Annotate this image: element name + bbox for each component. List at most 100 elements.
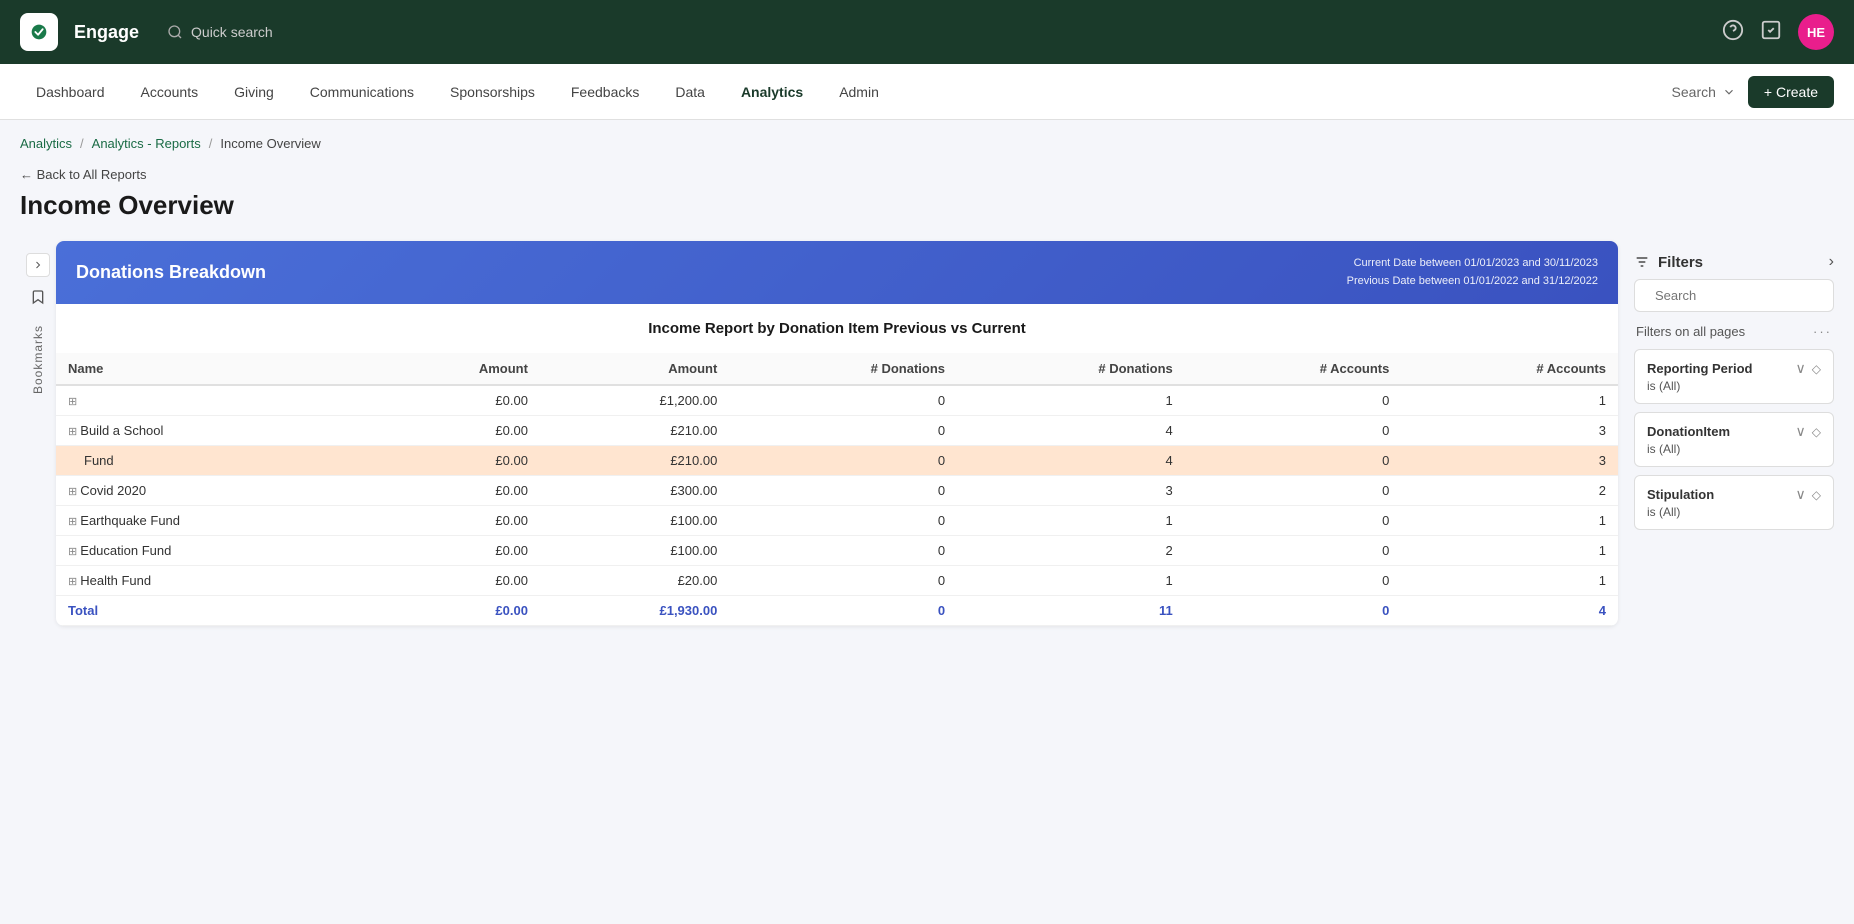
avatar[interactable]: HE <box>1798 14 1834 50</box>
nav-analytics[interactable]: Analytics <box>725 76 819 108</box>
filters-label: Filters <box>1658 254 1703 271</box>
page-header: ← Back to All Reports Income Overview <box>0 151 1854 241</box>
back-link[interactable]: ← Back to All Reports <box>20 167 1834 182</box>
cell-amount2: £210.00 <box>540 416 729 446</box>
cell-amount1: £0.00 <box>371 385 540 416</box>
app-logo[interactable] <box>20 13 58 51</box>
cell-donations2: 4 <box>957 416 1185 446</box>
col-name: Name <box>56 353 371 385</box>
cell-donations1: 0 <box>729 506 957 536</box>
filter-item: DonationItem ∨ ◇ is (All) <box>1634 412 1834 467</box>
filter-item-header: Stipulation ∨ ◇ <box>1647 486 1821 503</box>
cell-accounts1: 0 <box>1185 566 1402 596</box>
cell-donations2: 1 <box>957 566 1185 596</box>
nav-accounts[interactable]: Accounts <box>125 76 215 108</box>
card-meta-line2: Previous Date between 01/01/2022 and 31/… <box>1347 273 1598 291</box>
expand-icon[interactable]: ⊞ <box>68 396 77 408</box>
filter-item-value: is (All) <box>1647 442 1821 456</box>
cell-accounts1: 0 <box>1185 506 1402 536</box>
filters-header: Filters › <box>1634 241 1834 279</box>
filter-chevron-icon[interactable]: ∨ <box>1796 423 1806 440</box>
filter-item-value: is (All) <box>1647 379 1821 393</box>
expand-icon[interactable]: ⊞ <box>68 516 80 528</box>
nav-sponsorships[interactable]: Sponsorships <box>434 76 551 108</box>
breadcrumb-analytics[interactable]: Analytics <box>20 136 72 151</box>
total-amount2: £1,930.00 <box>540 596 729 626</box>
cell-amount1: £0.00 <box>371 536 540 566</box>
expand-icon[interactable]: ⊞ <box>68 426 80 438</box>
cell-donations1: 0 <box>729 385 957 416</box>
card-title: Donations Breakdown <box>76 262 266 283</box>
subnav-right: Search + Create <box>1672 76 1834 108</box>
cell-name: ⊞ Health Fund <box>56 566 371 596</box>
cell-accounts1: 0 <box>1185 446 1402 476</box>
data-table: Name Amount Amount # Donations # Donatio… <box>56 353 1618 626</box>
col-accounts2: # Accounts <box>1401 353 1618 385</box>
cell-accounts2: 1 <box>1401 566 1618 596</box>
quick-search[interactable]: Quick search <box>167 24 1706 40</box>
table-row: ⊞ Earthquake Fund£0.00£100.000101 <box>56 506 1618 536</box>
filter-item-title: Reporting Period <box>1647 361 1752 376</box>
table-row: Fund£0.00£210.000403 <box>56 446 1618 476</box>
cell-amount2: £300.00 <box>540 476 729 506</box>
expand-icon[interactable]: ⊞ <box>68 576 80 588</box>
cell-amount1: £0.00 <box>371 506 540 536</box>
filter-item: Reporting Period ∨ ◇ is (All) <box>1634 349 1834 404</box>
cell-amount1: £0.00 <box>371 476 540 506</box>
filters-title: Filters <box>1634 254 1703 271</box>
filter-clear-icon[interactable]: ◇ <box>1812 488 1821 502</box>
table-row: ⊞ Health Fund£0.00£20.000101 <box>56 566 1618 596</box>
nav-dashboard[interactable]: Dashboard <box>20 76 121 108</box>
expand-icon[interactable]: ⊞ <box>68 546 80 558</box>
cell-donations1: 0 <box>729 476 957 506</box>
filter-item-title: DonationItem <box>1647 424 1730 439</box>
filter-chevron-icon[interactable]: ∨ <box>1796 360 1806 377</box>
cell-amount1: £0.00 <box>371 446 540 476</box>
filter-clear-icon[interactable]: ◇ <box>1812 425 1821 439</box>
nav-giving[interactable]: Giving <box>218 76 290 108</box>
app-name: Engage <box>74 22 139 43</box>
tasks-icon[interactable] <box>1760 19 1782 46</box>
table-row: ⊞ Covid 2020£0.00£300.000302 <box>56 476 1618 506</box>
subnav: Dashboard Accounts Giving Communications… <box>0 64 1854 120</box>
help-icon[interactable] <box>1722 19 1744 46</box>
nav-admin[interactable]: Admin <box>823 76 895 108</box>
filter-search-input[interactable] <box>1655 288 1831 303</box>
cell-accounts2: 1 <box>1401 536 1618 566</box>
cell-donations2: 4 <box>957 446 1185 476</box>
cell-donations2: 2 <box>957 536 1185 566</box>
cell-donations1: 0 <box>729 536 957 566</box>
cell-amount2: £100.00 <box>540 506 729 536</box>
report-title: Income Report by Donation Item Previous … <box>56 304 1618 353</box>
filter-search-box[interactable] <box>1634 279 1834 312</box>
filters-expand-icon[interactable]: › <box>1829 253 1834 271</box>
breadcrumb-reports[interactable]: Analytics - Reports <box>92 136 201 151</box>
sidebar-chevron[interactable] <box>26 253 50 277</box>
cell-accounts1: 0 <box>1185 476 1402 506</box>
cell-accounts2: 2 <box>1401 476 1618 506</box>
cell-amount1: £0.00 <box>371 416 540 446</box>
cell-donations1: 0 <box>729 416 957 446</box>
bookmarks-label: Bookmarks <box>31 325 45 394</box>
nav-communications[interactable]: Communications <box>294 76 430 108</box>
total-label: Total <box>56 596 371 626</box>
nav-feedbacks[interactable]: Feedbacks <box>555 76 655 108</box>
donations-breakdown-card: Donations Breakdown Current Date between… <box>56 241 1618 626</box>
cell-name: ⊞ <box>56 385 371 416</box>
create-button[interactable]: + Create <box>1748 76 1834 108</box>
topbar-right: HE <box>1722 14 1834 50</box>
filter-item-title: Stipulation <box>1647 487 1714 502</box>
content-area: Donations Breakdown Current Date between… <box>56 241 1618 626</box>
expand-icon[interactable]: ⊞ <box>68 486 80 498</box>
filter-clear-icon[interactable]: ◇ <box>1812 362 1821 376</box>
col-donations2: # Donations <box>957 353 1185 385</box>
filter-item-header: Reporting Period ∨ ◇ <box>1647 360 1821 377</box>
filters-more-icon[interactable]: ··· <box>1813 324 1832 339</box>
cell-donations2: 3 <box>957 476 1185 506</box>
subnav-search[interactable]: Search <box>1672 84 1736 100</box>
filter-chevron-icon[interactable]: ∨ <box>1796 486 1806 503</box>
filter-item-value: is (All) <box>1647 505 1821 519</box>
nav-data[interactable]: Data <box>659 76 721 108</box>
total-amount1: £0.00 <box>371 596 540 626</box>
bookmark-icon[interactable] <box>26 285 50 309</box>
